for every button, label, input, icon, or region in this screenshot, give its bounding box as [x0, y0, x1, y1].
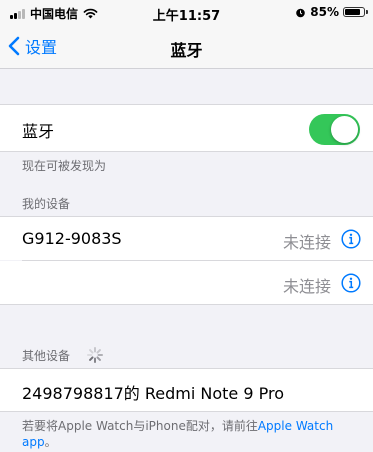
info-icon[interactable] — [341, 229, 361, 249]
device-name: G912-9083S — [22, 229, 122, 248]
divider — [0, 151, 373, 152]
other-device-row[interactable]: 2498798817的 Redmi Note 9 Pro — [0, 369, 373, 411]
page-title: 蓝牙 — [170, 41, 203, 60]
device-row[interactable]: 未连接 — [0, 261, 373, 304]
discoverable-note: 现在可被发现为 — [22, 159, 107, 173]
my-devices-header: 我的设备 — [22, 197, 71, 211]
toggle-knob — [331, 116, 358, 143]
battery-icon — [343, 7, 368, 17]
status-right: 85% — [295, 5, 368, 19]
other-device-name: 2498798817的 Redmi Note 9 Pro — [22, 384, 285, 403]
device-status: 未连接 — [282, 277, 331, 296]
bluetooth-row: 蓝牙 — [0, 105, 373, 151]
device-status: 未连接 — [282, 233, 331, 252]
pairing-hint-text: 若要将Apple Watch与iPhone配对，请前往 — [22, 419, 258, 433]
device-row[interactable]: G912-9083S 未连接 — [0, 217, 373, 260]
pairing-hint: 若要将Apple Watch与iPhone配对，请前往Apple Watch a… — [22, 418, 362, 450]
battery-percent: 85% — [310, 5, 339, 19]
status-bar: 中国电信 上午11:57 85% — [0, 0, 373, 26]
battery-fill — [345, 9, 361, 15]
other-devices-header: 其他设备 — [22, 349, 71, 363]
divider — [0, 411, 373, 412]
info-icon[interactable] — [341, 273, 361, 293]
bluetooth-label: 蓝牙 — [22, 122, 55, 141]
alarm-icon — [296, 8, 306, 17]
divider — [0, 304, 373, 305]
pairing-hint-end: 。 — [44, 435, 57, 449]
nav-bar: 设置 蓝牙 — [0, 26, 373, 69]
bluetooth-toggle[interactable] — [309, 114, 360, 145]
loading-spinner-icon — [87, 347, 103, 363]
